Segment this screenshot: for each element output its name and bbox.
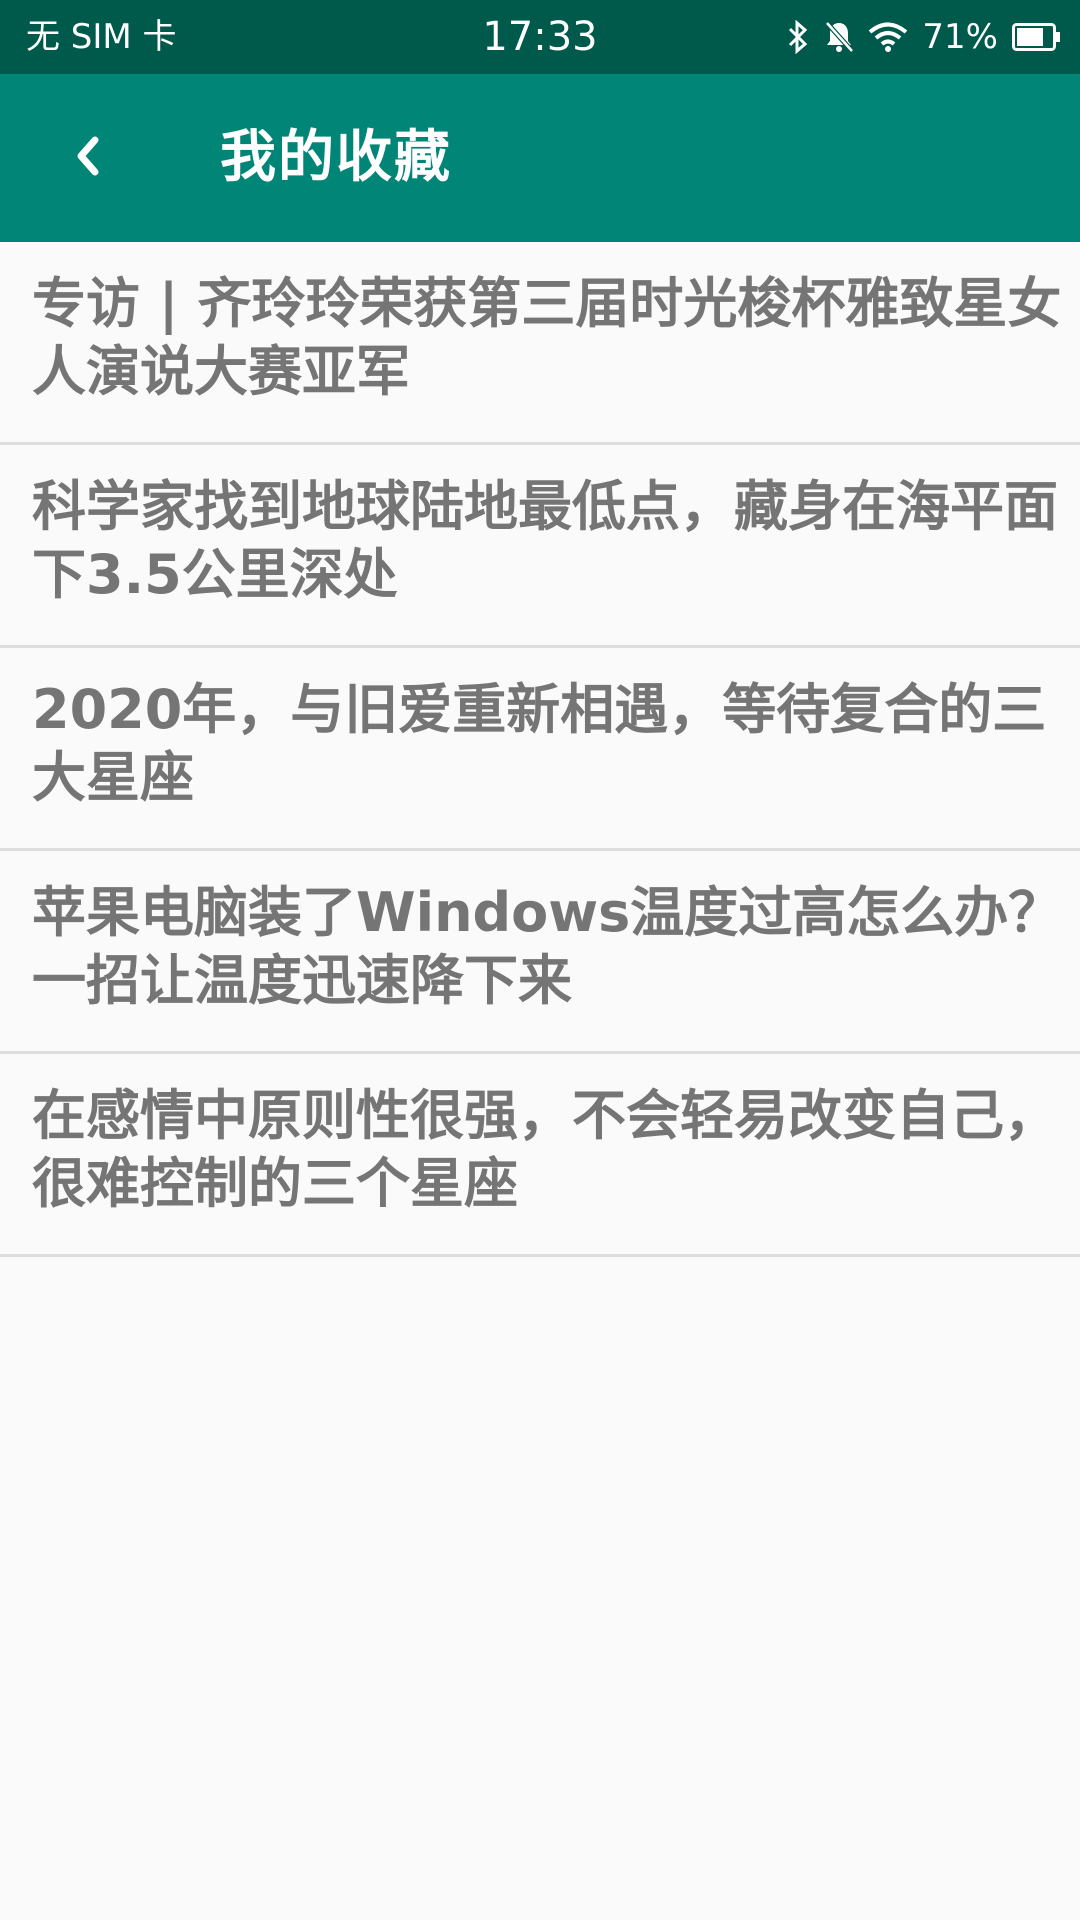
- page-title: 我的收藏: [220, 125, 452, 190]
- battery-icon: [1012, 23, 1062, 51]
- favorite-item[interactable]: 科学家找到地球陆地最低点，藏身在海平面下3.5公里深处: [0, 445, 1080, 648]
- app-bar: 我的收藏: [0, 74, 1080, 242]
- favorite-item[interactable]: 专访 | 齐玲玲荣获第三届时光梭杯雅致星女人演说大赛亚军: [0, 242, 1080, 445]
- status-icons: 71%: [786, 0, 1062, 74]
- chevron-left-icon: [73, 134, 103, 182]
- wifi-icon: [868, 21, 908, 53]
- status-bar: 无 SIM 卡 17:33 71%: [0, 0, 1080, 74]
- bluetooth-icon: [786, 20, 810, 54]
- bell-off-icon: [824, 20, 855, 54]
- battery-percent: 71%: [922, 17, 998, 57]
- favorite-item[interactable]: 苹果电脑装了Windows温度过高怎么办？一招让温度迅速降下来: [0, 851, 1080, 1054]
- favorite-item[interactable]: 在感情中原则性很强，不会轻易改变自己，很难控制的三个星座: [0, 1054, 1080, 1257]
- favorite-item[interactable]: 2020年，与旧爱重新相遇，等待复合的三大星座: [0, 648, 1080, 851]
- back-button[interactable]: [48, 118, 128, 198]
- favorites-list: 专访 | 齐玲玲荣获第三届时光梭杯雅致星女人演说大赛亚军 科学家找到地球陆地最低…: [0, 242, 1080, 1257]
